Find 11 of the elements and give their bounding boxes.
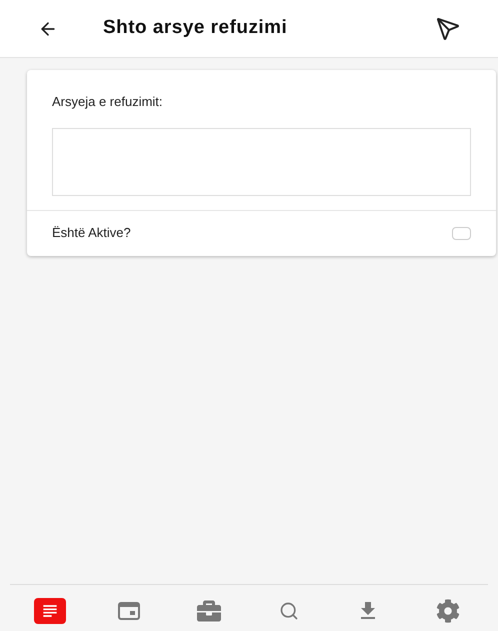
reason-label: Arsyeja e refuzimit:	[52, 93, 164, 111]
nav-tab[interactable]	[34, 598, 66, 624]
briefcase-icon	[197, 598, 222, 622]
reason-field[interactable]	[52, 128, 471, 196]
search-icon	[278, 600, 299, 620]
send-button[interactable]	[436, 16, 460, 40]
active-label: Është Aktive?	[52, 224, 131, 242]
settings-icon	[436, 598, 460, 622]
page-title: Shto arsye refuzimi	[103, 16, 288, 40]
active-checkbox[interactable]	[452, 226, 471, 240]
calendar-icon	[117, 600, 142, 620]
